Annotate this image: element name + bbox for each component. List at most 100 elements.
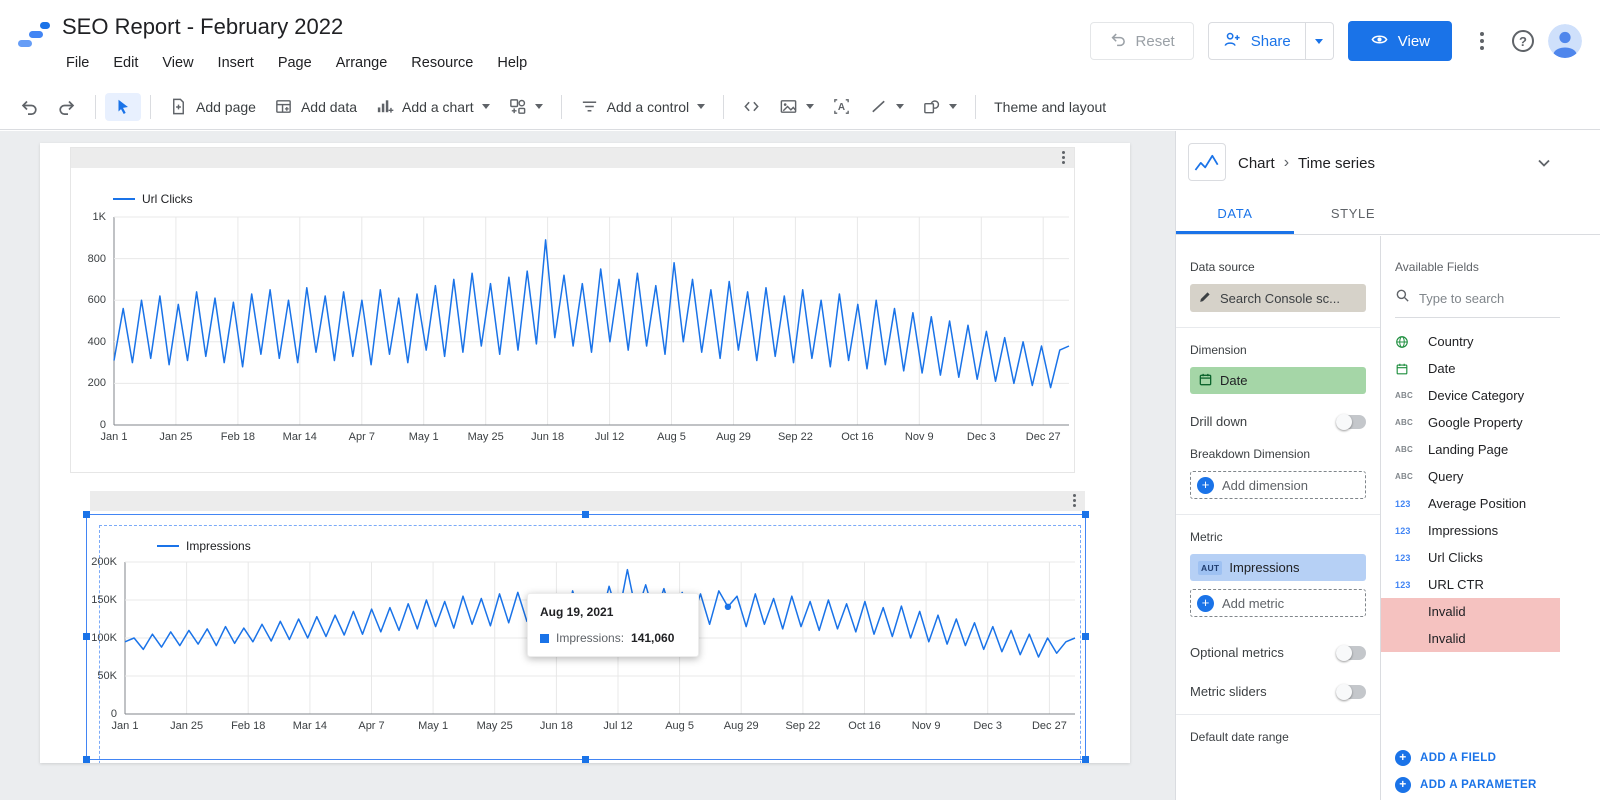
menu-edit[interactable]: Edit	[101, 50, 150, 76]
share-button[interactable]: Share	[1209, 23, 1305, 59]
x-axis-tick: Apr 7	[349, 431, 375, 443]
metric-sliders-toggle[interactable]	[1336, 685, 1366, 699]
menu-help[interactable]: Help	[485, 50, 539, 76]
field-label: Average Position	[1428, 496, 1526, 511]
drill-down-toggle[interactable]	[1336, 415, 1366, 429]
pencil-icon[interactable]	[1198, 290, 1212, 307]
x-axis-tick: Jan 25	[159, 431, 192, 443]
view-label: View	[1398, 33, 1430, 50]
reset-button[interactable]: Reset	[1090, 22, 1194, 60]
field-item-landing-page[interactable]: ABCLanding Page	[1381, 436, 1560, 463]
field-label: Country	[1428, 334, 1474, 349]
field-item-average-position[interactable]: 123 Average Position	[1381, 490, 1560, 517]
image-tool-button[interactable]	[770, 92, 823, 121]
view-button[interactable]: View	[1348, 21, 1452, 61]
y-axis-tick: 400	[71, 336, 106, 348]
share-label: Share	[1251, 33, 1291, 50]
svg-text:A: A	[838, 102, 845, 113]
add-a-field-button[interactable]: + ADD A FIELD	[1395, 744, 1592, 771]
report-canvas[interactable]: Url Clicks Jan 1Jan 25Feb 18Mar 14Apr 7M…	[0, 131, 1175, 800]
data-source-chip[interactable]: Search Console sc...	[1190, 284, 1366, 312]
optional-metrics-toggle[interactable]	[1336, 646, 1366, 660]
report-title[interactable]: SEO Report - February 2022	[62, 14, 343, 40]
reset-icon	[1109, 30, 1127, 52]
x-axis-tick: Aug 5	[657, 431, 686, 443]
embed-code-button[interactable]	[733, 92, 770, 121]
field-item-query[interactable]: ABCQuery	[1381, 463, 1560, 490]
line-tool-button[interactable]	[860, 92, 913, 121]
search-input[interactable]	[1419, 291, 1537, 306]
x-axis-tick: Jan 1	[101, 431, 128, 443]
chart-menu-button[interactable]	[1073, 494, 1076, 507]
field-item-url-ctr[interactable]: 123URL CTR	[1381, 571, 1560, 598]
field-item-impressions[interactable]: 123Impressions	[1381, 517, 1560, 544]
theme-layout-button[interactable]: Theme and layout	[985, 94, 1115, 120]
field-item-invalid[interactable]: Invalid	[1381, 598, 1560, 625]
optional-metrics-label: Optional metrics	[1190, 645, 1284, 660]
y-axis-tick: 800	[71, 253, 106, 265]
breadcrumb-chart[interactable]: Chart	[1238, 155, 1275, 172]
resize-handle[interactable]	[1082, 511, 1089, 518]
field-item-date[interactable]: Date	[1381, 355, 1560, 382]
add-page-button[interactable]: Add page	[160, 92, 265, 121]
menu-file[interactable]: File	[54, 50, 101, 76]
x-axis-tick: May 25	[477, 720, 513, 732]
default-date-range-label: Default date range	[1190, 730, 1366, 744]
resize-handle[interactable]	[83, 511, 90, 518]
metric-chip-label: Impressions	[1229, 560, 1299, 575]
drill-down-row: Drill down	[1190, 414, 1366, 429]
globe-icon	[1395, 335, 1420, 349]
menu-page[interactable]: Page	[266, 50, 324, 76]
share-dropdown-button[interactable]	[1305, 23, 1333, 59]
y-axis-tick: 0	[71, 419, 106, 431]
menu-view[interactable]: View	[150, 50, 205, 76]
chart-menu-button[interactable]	[1062, 151, 1065, 164]
tooltip-value: 141,060	[631, 631, 674, 645]
add-a-parameter-button[interactable]: + ADD A PARAMETER	[1395, 771, 1592, 798]
field-item-url-clicks[interactable]: 123Url Clicks	[1381, 544, 1560, 571]
more-options-button[interactable]	[1466, 22, 1498, 60]
collapse-panel-button[interactable]	[1534, 153, 1554, 178]
tab-style[interactable]: STYLE	[1294, 193, 1412, 234]
select-tool-button[interactable]	[105, 93, 141, 121]
redo-button[interactable]	[48, 92, 86, 122]
drill-down-label: Drill down	[1190, 414, 1247, 429]
field-item-invalid[interactable]: Invalid	[1381, 625, 1560, 652]
time-series-chart-url-clicks[interactable]: Jan 1Jan 25Feb 18Mar 14Apr 7May 1May 25J…	[71, 217, 1072, 472]
dimension-chip-date[interactable]: Date	[1190, 367, 1366, 394]
menu-insert[interactable]: Insert	[206, 50, 266, 76]
chart-card-url-clicks[interactable]: Url Clicks Jan 1Jan 25Feb 18Mar 14Apr 7M…	[70, 147, 1075, 473]
field-label: Landing Page	[1428, 442, 1508, 457]
legend-swatch	[113, 198, 135, 200]
undo-button[interactable]	[10, 92, 48, 122]
help-button[interactable]: ?	[1512, 30, 1534, 52]
metric-chip-impressions[interactable]: AUT Impressions	[1190, 554, 1366, 581]
breadcrumb: Chart › Time series	[1238, 154, 1375, 172]
add-data-button[interactable]: Add data	[265, 92, 366, 121]
add-chart-button[interactable]: Add a chart	[366, 92, 499, 121]
chart-type-icon[interactable]	[1188, 143, 1226, 181]
report-page[interactable]: Url Clicks Jan 1Jan 25Feb 18Mar 14Apr 7M…	[40, 143, 1130, 763]
field-item-google-property[interactable]: ABCGoogle Property	[1381, 409, 1560, 436]
time-series-chart-impressions[interactable]: Jan 1Jan 25Feb 18Mar 14Apr 7May 1May 25J…	[87, 562, 1085, 759]
field-item-device-category[interactable]: ABCDevice Category	[1381, 382, 1560, 409]
menu-arrange[interactable]: Arrange	[324, 50, 400, 76]
shape-tool-button[interactable]	[913, 92, 966, 121]
data-studio-logo-icon[interactable]	[16, 18, 52, 54]
field-search	[1395, 288, 1560, 318]
add-community-visualization-button[interactable]	[499, 92, 552, 121]
breadcrumb-time-series[interactable]: Time series	[1298, 155, 1375, 172]
chart-card-impressions-selected[interactable]: Impressions Jan 1Jan 25Feb 18Mar 14Apr 7…	[86, 514, 1086, 760]
text-tool-button[interactable]: A	[823, 92, 860, 121]
panel-body: Data source Search Console sc... Dimensi…	[1176, 236, 1600, 800]
resize-handle[interactable]	[582, 511, 589, 518]
avatar[interactable]	[1548, 24, 1582, 58]
panel-tabs: DATA STYLE	[1176, 193, 1600, 235]
add-metric-button[interactable]: + Add metric	[1190, 589, 1366, 617]
tab-data[interactable]: DATA	[1176, 193, 1294, 234]
number-icon: 123	[1395, 499, 1420, 509]
menu-resource[interactable]: Resource	[399, 50, 485, 76]
add-dimension-button[interactable]: + Add dimension	[1190, 471, 1366, 499]
field-item-country[interactable]: Country	[1381, 328, 1560, 355]
add-control-button[interactable]: Add a control	[571, 92, 715, 121]
